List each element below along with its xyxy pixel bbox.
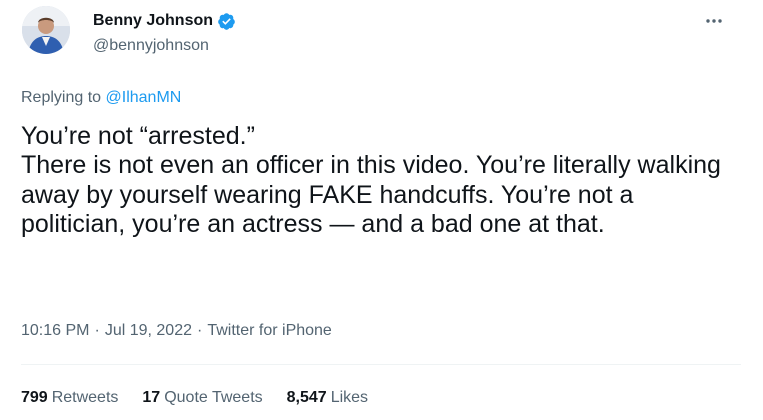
tweet-metadata: 10:16 PM · Jul 19, 2022 · Twitter for iP… bbox=[21, 322, 332, 340]
quote-tweets-label: Quote Tweets bbox=[164, 389, 263, 406]
engagement-stats: 799 Retweets 17 Quote Tweets 8,547 Likes bbox=[21, 389, 392, 407]
author-name-row: Benny Johnson bbox=[93, 11, 236, 31]
replying-to-label: Replying to bbox=[21, 89, 106, 106]
meta-separator: · bbox=[94, 322, 100, 339]
divider bbox=[21, 364, 741, 365]
more-horizontal-icon bbox=[706, 19, 722, 23]
likes-label: Likes bbox=[330, 389, 369, 406]
quote-tweets-count: 17 bbox=[142, 389, 161, 406]
profile-photo bbox=[22, 6, 70, 54]
tweet-line: There is not even an officer in this vid… bbox=[21, 151, 721, 239]
likes-count: 8,547 bbox=[286, 389, 327, 406]
avatar[interactable] bbox=[22, 6, 70, 54]
tweet-source[interactable]: Twitter for iPhone bbox=[207, 322, 332, 340]
tweet-text: You’re not “arrested.” There is not even… bbox=[21, 122, 741, 240]
quote-tweets-stat[interactable]: 17 Quote Tweets bbox=[142, 389, 262, 407]
tweet-time[interactable]: 10:16 PM bbox=[21, 322, 89, 340]
author-handle[interactable]: @bennyjohnson bbox=[93, 37, 209, 55]
verified-badge-icon bbox=[217, 12, 236, 31]
retweets-label: Retweets bbox=[51, 389, 119, 406]
retweets-stat[interactable]: 799 Retweets bbox=[21, 389, 118, 407]
meta-separator: · bbox=[197, 322, 203, 339]
likes-stat[interactable]: 8,547 Likes bbox=[287, 389, 368, 407]
more-options-button[interactable] bbox=[699, 8, 729, 34]
retweets-count: 799 bbox=[21, 389, 48, 406]
replying-to: Replying to @IlhanMN bbox=[21, 89, 181, 107]
tweet-line: You’re not “arrested.” bbox=[21, 122, 255, 150]
author-display-name[interactable]: Benny Johnson bbox=[93, 12, 213, 30]
tweet-date[interactable]: Jul 19, 2022 bbox=[105, 322, 192, 340]
replying-to-link[interactable]: @IlhanMN bbox=[106, 89, 182, 106]
